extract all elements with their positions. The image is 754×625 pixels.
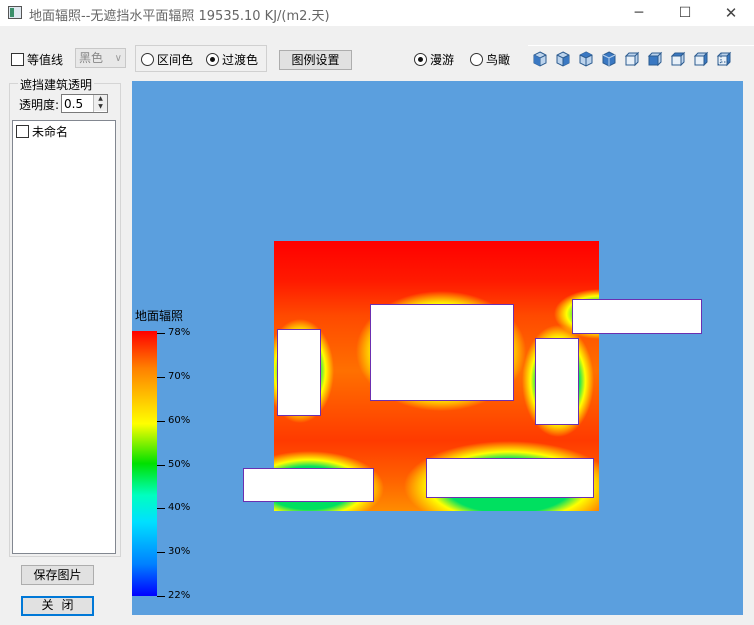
radio-gradient-label: 过渡色	[222, 53, 259, 67]
app-icon	[8, 6, 22, 19]
colorbar-tick	[157, 333, 165, 334]
colorbar-tick	[157, 464, 165, 466]
colorbar-tick-label: 40%	[168, 502, 191, 514]
building-block	[572, 299, 702, 334]
radio-roam-label: 漫游	[430, 53, 455, 67]
radio-interval-color[interactable]: 区间色	[141, 51, 193, 68]
close-window-button[interactable]: ✕	[708, 0, 754, 26]
colorbar-tick	[157, 552, 165, 554]
list-item[interactable]: 未命名	[16, 123, 68, 140]
contour-checkbox-box[interactable]	[11, 53, 24, 66]
right-view-icon[interactable]	[601, 51, 617, 67]
radio-birdseye-indicator[interactable]	[470, 53, 483, 66]
chevron-down-icon: ∨	[114, 53, 122, 64]
irradiation-canvas[interactable]: 地面辐照 78% 70% 60% 50% 40% 30% 22%	[132, 81, 743, 615]
radio-interval-indicator[interactable]	[141, 53, 154, 66]
colorbar-tick	[157, 376, 165, 378]
radio-gradient-indicator[interactable]	[206, 53, 219, 66]
title-bar: 地面辐照--无遮挡水平面辐照 19535.10 KJ/(m2.天) ─ ☐ ✕	[0, 0, 754, 26]
bottom-view-icon[interactable]	[670, 51, 686, 67]
spinner-buttons: ▲ ▼	[93, 95, 107, 112]
top-view-icon[interactable]	[647, 51, 663, 67]
colorbar-tick-label: 30%	[168, 546, 191, 558]
close-button[interactable]: 关闭	[21, 596, 94, 616]
line-color-select[interactable]: 黑色 ∨	[75, 48, 126, 68]
radio-gradient-color[interactable]: 过渡色	[206, 51, 258, 68]
building-block	[426, 458, 594, 498]
left-view-icon[interactable]	[578, 51, 594, 67]
spinner-down-icon[interactable]: ▼	[94, 103, 107, 111]
colorbar-tick-label: 50%	[168, 458, 191, 470]
view-toolbar	[528, 45, 754, 71]
colorbar-tick	[157, 420, 165, 422]
spinner-up-icon[interactable]: ▲	[94, 95, 107, 103]
colorbar-tick-label: 70%	[168, 370, 191, 382]
maximize-button[interactable]: ☐	[662, 0, 708, 26]
iso-view-icon[interactable]	[532, 51, 548, 67]
window-title: 地面辐照--无遮挡水平面辐照 19535.10 KJ/(m2.天)	[29, 9, 330, 24]
radio-interval-label: 区间色	[157, 53, 194, 67]
colorbar-tick	[157, 508, 165, 510]
back-view-icon[interactable]	[624, 51, 640, 67]
perspective-view-icon[interactable]	[716, 51, 732, 67]
radio-roam[interactable]: 漫游	[414, 51, 454, 68]
minimize-button[interactable]: ─	[616, 0, 662, 26]
building-block	[370, 304, 514, 401]
building-block	[243, 468, 374, 502]
transparency-spinner[interactable]: 0.5 ▲ ▼	[61, 94, 108, 113]
contour-label: 等值线	[27, 53, 64, 67]
colorbar-tick-label: 78%	[168, 327, 191, 338]
group-title: 遮挡建筑透明	[18, 76, 95, 93]
building-list[interactable]: 未命名	[12, 120, 116, 554]
radio-birdseye-label: 鸟瞰	[486, 53, 511, 67]
colorbar-tick-label: 22%	[168, 590, 191, 601]
radio-roam-indicator[interactable]	[414, 53, 427, 66]
building-block	[277, 329, 321, 416]
transparency-value[interactable]: 0.5	[64, 97, 83, 111]
building-checkbox[interactable]	[16, 125, 29, 138]
legend-settings-button[interactable]: 图例设置	[279, 50, 352, 70]
line-color-value: 黑色	[79, 51, 104, 65]
building-label: 未命名	[32, 125, 69, 139]
save-image-button[interactable]: 保存图片	[21, 565, 94, 585]
transparency-label: 透明度:	[19, 98, 60, 112]
radio-birdseye[interactable]: 鸟瞰	[470, 51, 510, 68]
side-view-icon[interactable]	[693, 51, 709, 67]
colorbar-tick-label: 60%	[168, 414, 191, 426]
front-view-icon[interactable]	[555, 51, 571, 67]
colorbar	[132, 331, 157, 596]
contour-checkbox[interactable]: 等值线	[11, 51, 63, 68]
building-block	[535, 338, 579, 425]
colorbar-tick	[157, 596, 165, 597]
colorbar-title: 地面辐照	[135, 309, 184, 323]
